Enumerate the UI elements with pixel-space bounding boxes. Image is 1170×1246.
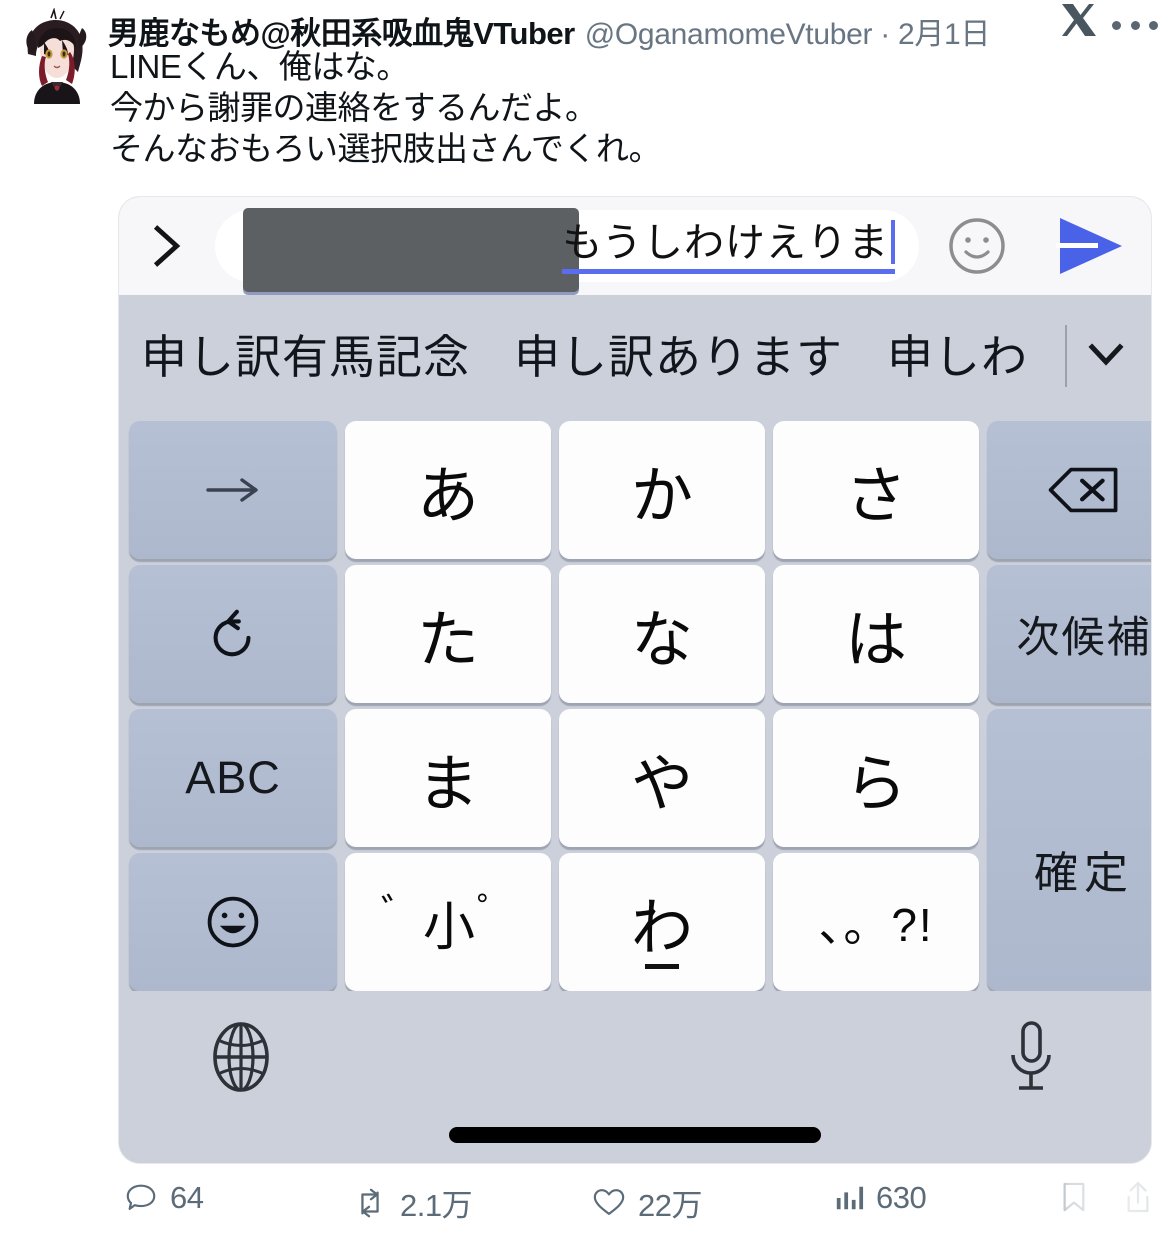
composing-text: もうしわけえりま bbox=[562, 219, 895, 274]
avatar[interactable] bbox=[18, 8, 96, 104]
suggestion-item-1[interactable]: 申し訳有馬記念 bbox=[141, 321, 470, 387]
backspace-key[interactable] bbox=[987, 421, 1151, 559]
repost-count: 2.1万 bbox=[400, 1188, 473, 1223]
engagement-bar: 64 2.1万 22万 630 bbox=[112, 1180, 1152, 1236]
views-button[interactable]: 630 bbox=[834, 1180, 927, 1216]
kana-ta-key[interactable]: た bbox=[345, 565, 551, 703]
abc-mode-key[interactable]: ABC bbox=[129, 709, 337, 847]
cursor-right-key[interactable] bbox=[129, 421, 337, 559]
globe-icon[interactable] bbox=[203, 1019, 279, 1095]
embedded-screenshot[interactable]: もうしわけえりま 申し訳有馬記念 申し訳あります 申しわ あ か さ た な は… bbox=[118, 196, 1152, 1164]
small-kana-key[interactable]: ゛小゜ bbox=[345, 853, 551, 991]
kana-ya-key[interactable]: や bbox=[559, 709, 765, 847]
heart-icon bbox=[592, 1186, 626, 1219]
kana-wa-key[interactable]: わ bbox=[559, 853, 765, 991]
confirm-key[interactable]: 確定 bbox=[987, 709, 1151, 991]
kana-ra-key[interactable]: ら bbox=[773, 709, 979, 847]
undo-key[interactable] bbox=[129, 565, 337, 703]
kana-ha-key[interactable]: は bbox=[773, 565, 979, 703]
kana-na-key[interactable]: な bbox=[559, 565, 765, 703]
analytics-icon bbox=[834, 1183, 864, 1213]
like-button[interactable]: 22万 bbox=[592, 1180, 702, 1225]
next-candidate-key[interactable]: 次候補 bbox=[987, 565, 1151, 703]
tweet-header: 男鹿なもめ@秋田系吸血鬼VTuber @OganamomeVtuber · 2月… bbox=[0, 0, 1170, 180]
kana-ka-key[interactable]: か bbox=[559, 421, 765, 559]
bookmark-icon bbox=[1060, 1180, 1088, 1214]
like-count: 22万 bbox=[638, 1188, 702, 1223]
composing-text-value: もうしわけえりま bbox=[562, 221, 889, 265]
more-options-icon[interactable] bbox=[1112, 12, 1158, 38]
smiley-face-icon[interactable] bbox=[925, 214, 1029, 278]
send-arrow-icon[interactable] bbox=[1029, 206, 1151, 286]
chevron-down-icon[interactable] bbox=[1077, 327, 1135, 381]
tweet-text-line-1: LINEくん、俺はな。 bbox=[110, 48, 409, 85]
chat-input-bar: もうしわけえりま bbox=[119, 197, 1151, 295]
microphone-icon[interactable] bbox=[1003, 1017, 1063, 1097]
redacted-block bbox=[243, 208, 579, 292]
keyboard-bottom-bar bbox=[119, 991, 1151, 1163]
bookmark-button[interactable] bbox=[1060, 1180, 1100, 1214]
punctuation-key[interactable]: 、。?! bbox=[773, 853, 979, 991]
x-logo-icon bbox=[1056, 0, 1102, 42]
author-line: 男鹿なもめ@秋田系吸血鬼VTuber @OganamomeVtuber · 2月… bbox=[108, 8, 1170, 51]
home-indicator bbox=[449, 1127, 821, 1143]
small-kana-label: 小 bbox=[422, 898, 475, 957]
suggestion-item-2[interactable]: 申し訳あります bbox=[514, 321, 843, 387]
suggestion-item-3[interactable]: 申しわ bbox=[887, 321, 1028, 387]
tweet-text-line-2: 今から謝罪の連絡をするんだよ。 bbox=[110, 89, 598, 126]
tweet-card: 男鹿なもめ@秋田系吸血鬼VTuber @OganamomeVtuber · 2月… bbox=[0, 0, 1170, 1246]
reply-button[interactable]: 64 bbox=[124, 1180, 204, 1216]
repost-icon bbox=[352, 1186, 388, 1220]
message-input-field[interactable]: もうしわけえりま bbox=[215, 208, 919, 292]
reply-count: 64 bbox=[170, 1180, 204, 1215]
handakuten-mark: ゜ bbox=[477, 891, 516, 934]
underscore-mark bbox=[645, 964, 679, 969]
text-caret bbox=[891, 220, 895, 264]
dakuten-mark: ゛ bbox=[380, 892, 421, 936]
tweet-text: LINEくん、俺はな。 今から謝罪の連絡をするんだよ。 そんなおもろい選択肢出さ… bbox=[110, 46, 662, 169]
share-icon bbox=[1124, 1180, 1152, 1214]
candidate-suggestion-bar: 申し訳有馬記念 申し訳あります 申しわ bbox=[119, 295, 1151, 413]
tweet-text-line-3: そんなおもろい選択肢出さんでくれ。 bbox=[110, 130, 662, 167]
kana-a-key[interactable]: あ bbox=[345, 421, 551, 559]
repost-button[interactable]: 2.1万 bbox=[352, 1180, 473, 1225]
suggestion-divider bbox=[1065, 325, 1067, 387]
kana-ma-key[interactable]: ま bbox=[345, 709, 551, 847]
share-button[interactable] bbox=[1124, 1180, 1164, 1214]
smiley-key-icon[interactable] bbox=[129, 853, 337, 991]
chevron-right-icon[interactable] bbox=[119, 217, 215, 275]
kana-keypad: あ か さ た な は 次候補 ABC ま や ら 確定 ゛ 小 ゜ わ 、。?… bbox=[119, 413, 1151, 991]
kana-sa-key[interactable]: さ bbox=[773, 421, 979, 559]
kana-wa-label: わ bbox=[630, 894, 693, 963]
reply-icon bbox=[124, 1181, 158, 1215]
views-count: 630 bbox=[876, 1180, 927, 1215]
